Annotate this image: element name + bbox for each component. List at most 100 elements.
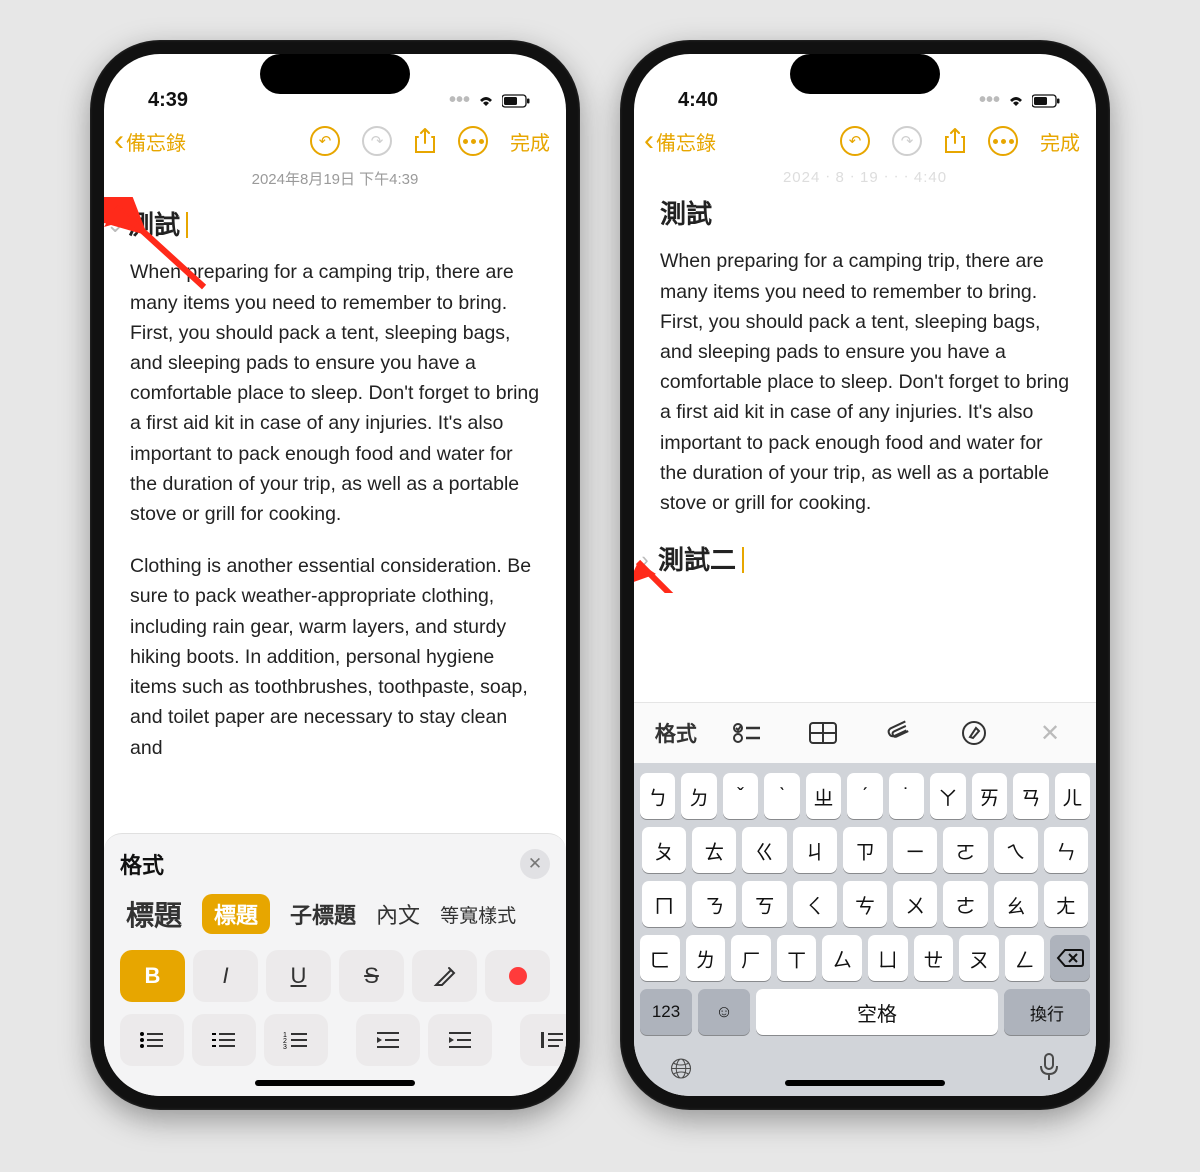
chevron-down-icon[interactable]: ⌄ xyxy=(106,208,124,242)
globe-button[interactable]: 🌐︎ xyxy=(670,1053,692,1086)
note-title-2[interactable]: › 測試二 xyxy=(660,540,1070,580)
key-delete[interactable] xyxy=(1050,935,1090,981)
back-label[interactable]: 備忘錄 xyxy=(126,127,186,156)
more-button[interactable] xyxy=(458,126,488,156)
key[interactable]: ˙ xyxy=(889,773,924,819)
key[interactable]: ㄢ xyxy=(1013,773,1048,819)
close-button[interactable]: ✕ xyxy=(520,849,550,879)
key-space[interactable]: 空格 xyxy=(756,989,998,1035)
chevron-right-icon[interactable]: › xyxy=(636,543,654,577)
numbered-list-button[interactable]: 123 xyxy=(264,1014,328,1066)
key-row-1: ㄅㄉˇˋㄓˊ˙ㄚㄞㄢㄦ xyxy=(640,773,1090,819)
blockquote-button[interactable] xyxy=(520,1014,566,1066)
bold-button[interactable]: B xyxy=(120,950,185,1002)
attach-button[interactable] xyxy=(874,713,924,753)
key[interactable]: ㄝ xyxy=(914,935,954,981)
underline-button[interactable]: U xyxy=(266,950,331,1002)
dash-list-button[interactable] xyxy=(192,1014,256,1066)
style-mono[interactable]: 等寬樣式 xyxy=(440,901,516,928)
style-row[interactable]: 標題 標題 子標題 內文 等寬樣式 xyxy=(120,894,550,934)
italic-button[interactable]: I xyxy=(193,950,258,1002)
home-indicator[interactable] xyxy=(255,1080,415,1086)
key[interactable]: ㄒ xyxy=(777,935,817,981)
paragraph-2[interactable]: Clothing is another essential considerat… xyxy=(130,551,540,763)
key[interactable]: ㄨ xyxy=(893,881,937,927)
key[interactable]: ㄅ xyxy=(640,773,675,819)
key[interactable]: ㄎ xyxy=(742,881,786,927)
note-body[interactable]: ⌄ 測試 When preparing for a camping trip, … xyxy=(104,197,566,833)
key[interactable]: ㄚ xyxy=(930,773,965,819)
key[interactable]: ㄈ xyxy=(640,935,680,981)
key[interactable]: ㄊ xyxy=(692,827,736,873)
share-button[interactable] xyxy=(414,128,436,154)
back-button[interactable]: ‹ xyxy=(114,124,124,158)
back-label[interactable]: 備忘錄 xyxy=(656,127,716,156)
key[interactable]: ㄟ xyxy=(994,827,1038,873)
key[interactable]: ㄜ xyxy=(943,881,987,927)
key[interactable]: ㄛ xyxy=(943,827,987,873)
key[interactable]: ㄏ xyxy=(731,935,771,981)
key[interactable]: ㄤ xyxy=(1044,881,1088,927)
bullet-list-button[interactable] xyxy=(120,1014,184,1066)
color-button[interactable] xyxy=(485,950,550,1002)
style-heading[interactable]: 標題 xyxy=(202,894,270,934)
done-button[interactable]: 完成 xyxy=(510,127,550,156)
key[interactable]: ㄌ xyxy=(686,935,726,981)
checklist-button[interactable] xyxy=(722,713,772,753)
note-title[interactable]: ⌄ 測試 xyxy=(130,205,540,245)
key[interactable]: ㄥ xyxy=(1005,935,1045,981)
done-button[interactable]: 完成 xyxy=(1040,127,1080,156)
outdent-button[interactable] xyxy=(356,1014,420,1066)
key[interactable]: ㄗ xyxy=(843,827,887,873)
strike-button[interactable]: S xyxy=(339,950,404,1002)
key[interactable]: ㄇ xyxy=(642,881,686,927)
note-title[interactable]: 測試 xyxy=(660,194,1070,234)
key[interactable]: ㄣ xyxy=(1044,827,1088,873)
key[interactable]: ㄋ xyxy=(692,881,736,927)
key[interactable]: ㄠ xyxy=(994,881,1038,927)
home-indicator[interactable] xyxy=(785,1080,945,1086)
paragraph-1[interactable]: When preparing for a camping trip, there… xyxy=(660,246,1070,518)
clock: 4:39 xyxy=(148,89,188,112)
share-button[interactable] xyxy=(944,128,966,154)
key[interactable]: ㄩ xyxy=(868,935,908,981)
note-timestamp: 2024年8月19日 下午4:39 xyxy=(104,168,566,189)
note-timestamp: 2024 ᐧ 8 ᐧ 19 ᐧ ᐧ ᐧ 4:40 xyxy=(634,168,1096,186)
mic-button[interactable] xyxy=(1038,1053,1060,1086)
key[interactable]: ˋ xyxy=(764,773,799,819)
key[interactable]: ㄐ xyxy=(793,827,837,873)
key[interactable]: ˇ xyxy=(723,773,758,819)
key[interactable]: ㄧ xyxy=(893,827,937,873)
key[interactable]: ㄙ xyxy=(822,935,862,981)
key[interactable]: ㄦ xyxy=(1055,773,1090,819)
close-keyboard-button[interactable]: ✕ xyxy=(1025,713,1075,753)
format-tab[interactable]: 格式 xyxy=(655,713,697,753)
undo-button[interactable]: ↶ xyxy=(840,126,870,156)
back-button[interactable]: ‹ xyxy=(644,124,654,158)
markup-button[interactable] xyxy=(949,713,999,753)
key[interactable]: ㄞ xyxy=(972,773,1007,819)
style-title[interactable]: 標題 xyxy=(126,894,182,934)
key-enter[interactable]: 換行 xyxy=(1004,989,1090,1035)
note-body[interactable]: 測試 When preparing for a camping trip, th… xyxy=(634,194,1096,593)
top-toolbar: ‹ 備忘錄 ↶ ↷ 完成 xyxy=(104,114,566,164)
table-button[interactable] xyxy=(798,713,848,753)
undo-button[interactable]: ↶ xyxy=(310,126,340,156)
paragraph-1[interactable]: When preparing for a camping trip, there… xyxy=(130,257,540,529)
key[interactable]: ㄑ xyxy=(793,881,837,927)
indent-button[interactable] xyxy=(428,1014,492,1066)
key-123[interactable]: 123 xyxy=(640,989,692,1035)
more-button[interactable] xyxy=(988,126,1018,156)
key[interactable]: ˊ xyxy=(847,773,882,819)
style-subheading[interactable]: 子標題 xyxy=(290,898,356,930)
key[interactable]: ㄉ xyxy=(681,773,716,819)
key[interactable]: ㄓ xyxy=(806,773,841,819)
key-emoji[interactable]: ☺ xyxy=(698,989,750,1035)
text-cursor xyxy=(186,212,188,238)
highlight-button[interactable] xyxy=(412,950,477,1002)
style-body[interactable]: 內文 xyxy=(376,898,420,930)
key[interactable]: ㄘ xyxy=(843,881,887,927)
key[interactable]: ㄍ xyxy=(742,827,786,873)
key[interactable]: ㄆ xyxy=(642,827,686,873)
key[interactable]: ㄡ xyxy=(959,935,999,981)
